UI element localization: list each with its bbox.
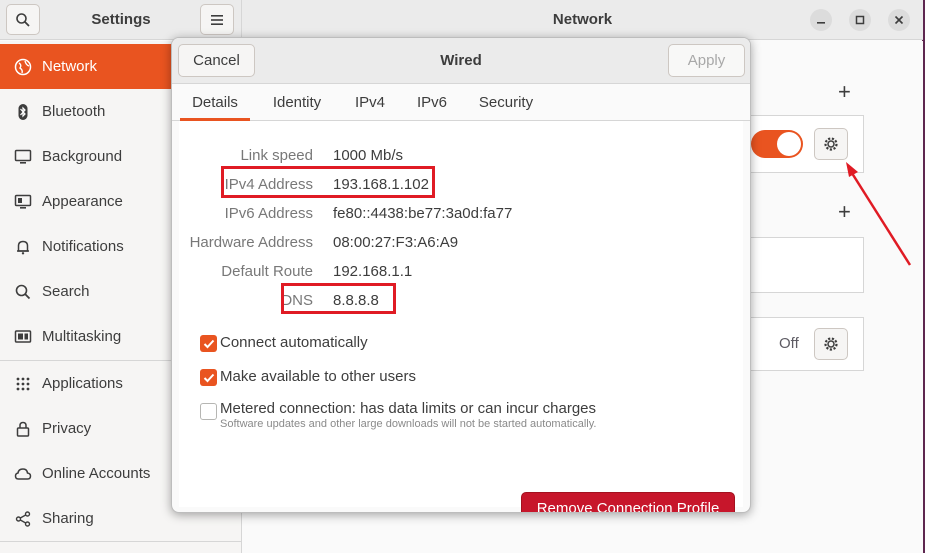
bell-icon [13, 237, 33, 257]
sidebar-divider [0, 541, 241, 542]
wired-toggle[interactable] [751, 130, 803, 158]
wired-settings-button[interactable] [814, 128, 848, 160]
multitasking-icon [13, 327, 33, 347]
connect-automatically-checkbox[interactable] [200, 335, 217, 352]
ipv6-address-label: IPv6 Address [224, 205, 313, 222]
ipv6-address-value: fe80::4438:be77:3a0d:fa77 [333, 205, 513, 222]
sidebar-item-label: Multitasking [42, 328, 122, 345]
sidebar-item-label: Online Accounts [42, 465, 151, 482]
remove-connection-profile-button[interactable]: Remove Connection Profile [521, 492, 735, 512]
cloud-icon [13, 464, 33, 484]
minimize-icon [817, 22, 825, 24]
menu-button[interactable] [200, 4, 234, 35]
panel-header: Network [242, 0, 923, 40]
maximize-button[interactable] [849, 9, 871, 31]
sidebar-item-label: Appearance [42, 193, 123, 210]
close-button[interactable] [888, 9, 910, 31]
gear-icon [824, 337, 838, 351]
close-icon [894, 15, 904, 25]
tab-security[interactable]: Security [472, 85, 540, 121]
dialog-tabs: Details Identity IPv4 IPv6 Security [172, 85, 750, 121]
gear-icon [824, 137, 838, 151]
sidebar-header: Settings [0, 0, 242, 40]
maximize-icon [855, 15, 865, 25]
metered-label[interactable]: Metered connection: has data limits or c… [220, 400, 596, 417]
bluetooth-icon [13, 102, 33, 122]
grid-icon [13, 374, 33, 394]
minimize-button[interactable] [810, 9, 832, 31]
monitor-icon [13, 147, 33, 167]
checkmark-icon [203, 339, 214, 348]
annotation-arrow [846, 162, 912, 266]
link-speed-label: Link speed [240, 147, 313, 164]
metered-checkbox[interactable] [200, 403, 217, 420]
sidebar-item-label: Sharing [42, 510, 94, 527]
share-icon [13, 509, 33, 529]
sidebar-item-label: Notifications [42, 238, 124, 255]
details-panel: Link speed 1000 Mb/s IPv4 Address 193.16… [179, 121, 743, 512]
search-icon [13, 282, 33, 302]
tab-identity[interactable]: Identity [262, 85, 332, 121]
sidebar-item-label: Bluetooth [42, 103, 106, 120]
tab-ipv6[interactable]: IPv6 [406, 85, 458, 121]
hardware-address-label: Hardware Address [189, 234, 313, 251]
wired-dialog: Cancel Wired Apply Details Identity IPv4… [171, 37, 751, 513]
dialog-header: Cancel Wired Apply [172, 38, 750, 84]
sidebar-item-label: Search [42, 283, 90, 300]
dialog-title: Wired [440, 52, 482, 69]
checkmark-icon [203, 373, 214, 382]
ipv4-highlight-box [221, 166, 435, 198]
sidebar-item-label: Background [42, 148, 123, 165]
connect-automatically-label[interactable]: Connect automatically [220, 334, 368, 351]
hardware-address-value: 08:00:27:F3:A6:A9 [333, 234, 459, 251]
globe-icon [13, 57, 33, 77]
metered-sublabel: Software updates and other large downloa… [220, 418, 597, 430]
tab-details[interactable]: Details [180, 85, 250, 121]
hamburger-icon [211, 14, 223, 25]
tab-ipv4[interactable]: IPv4 [344, 85, 396, 121]
add-wired-button[interactable]: + [838, 79, 851, 105]
available-to-others-label[interactable]: Make available to other users [220, 368, 416, 385]
sidebar-item-label: Privacy [42, 420, 92, 437]
sidebar-item-label: Applications [42, 375, 123, 392]
proxy-settings-button[interactable] [814, 328, 848, 360]
apply-button[interactable]: Apply [668, 44, 745, 77]
lock-icon [13, 419, 33, 439]
default-route-label: Default Route [221, 263, 313, 280]
default-route-value: 192.168.1.1 [333, 263, 413, 280]
appearance-icon [13, 192, 33, 212]
proxy-status: Off [779, 335, 799, 352]
settings-window: Settings Network Network Bluetooth Backg… [0, 0, 923, 553]
dns-highlight-box [281, 283, 396, 314]
sidebar-item-label: Network [42, 58, 98, 75]
available-to-others-checkbox[interactable] [200, 369, 217, 386]
link-speed-value: 1000 Mb/s [333, 147, 404, 164]
